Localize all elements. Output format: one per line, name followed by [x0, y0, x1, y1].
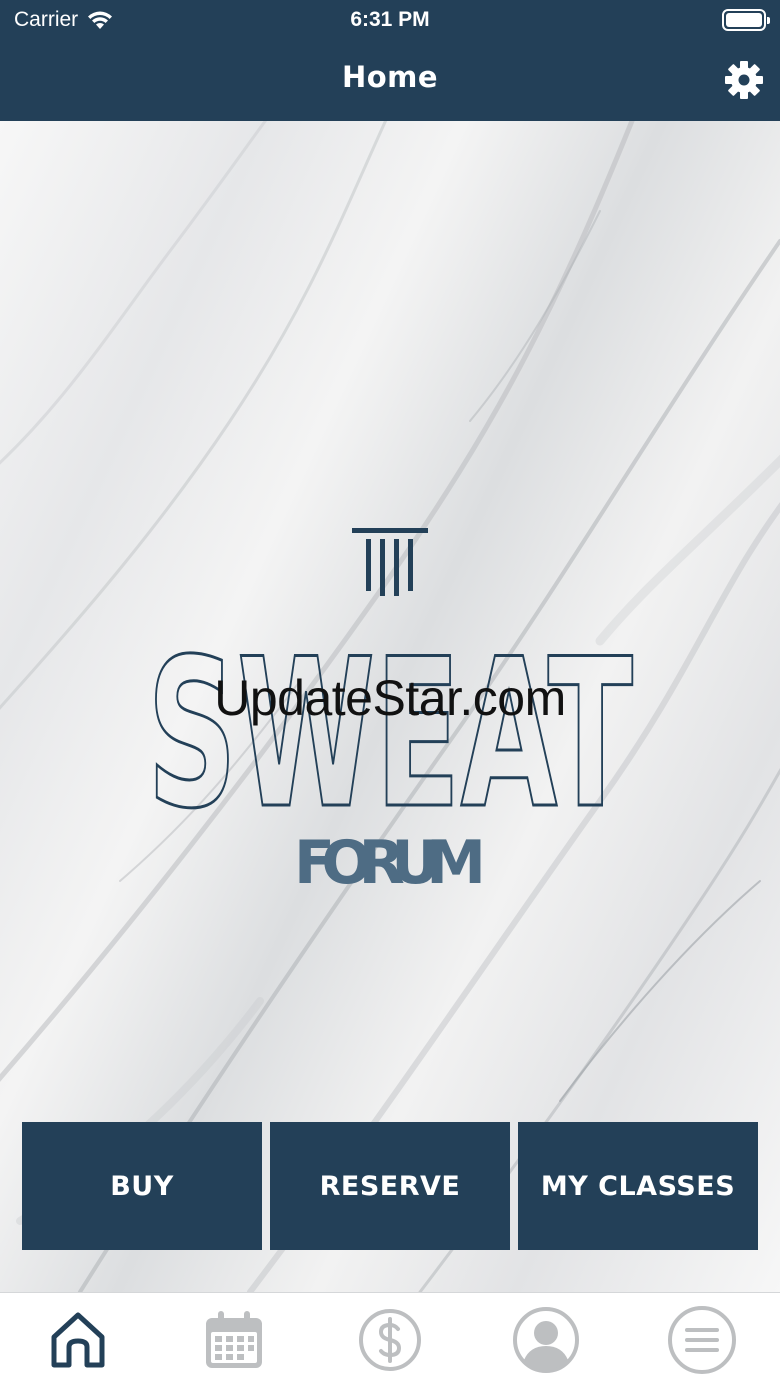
tab-profile[interactable]: [468, 1293, 624, 1387]
tab-bar: [0, 1292, 780, 1387]
home-icon: [51, 1312, 105, 1368]
my-classes-button[interactable]: MY CLASSES: [518, 1122, 758, 1250]
calendar-icon: [206, 1311, 262, 1368]
buy-button[interactable]: BUY: [22, 1122, 262, 1250]
action-buttons: BUY RESERVE MY CLASSES: [22, 1122, 758, 1250]
tab-calendar[interactable]: [156, 1293, 312, 1387]
status-bar: Carrier 6:31 PM: [0, 0, 780, 42]
nav-bar: Home: [0, 42, 780, 121]
gear-icon: [725, 61, 763, 99]
reserve-button[interactable]: RESERVE: [270, 1122, 510, 1250]
tab-home[interactable]: [0, 1293, 156, 1387]
tab-pricing[interactable]: [312, 1293, 468, 1387]
status-time: 6:31 PM: [350, 8, 430, 31]
profile-icon: [513, 1307, 579, 1373]
dollar-icon: [359, 1309, 421, 1371]
battery-icon: [722, 9, 770, 31]
hero-marble-background: SWEAT FORUM UpdateStar.com BUY RESERVE M…: [0, 121, 780, 1292]
settings-button[interactable]: [722, 58, 766, 102]
tab-menu[interactable]: [624, 1293, 780, 1387]
menu-icon: [668, 1306, 736, 1374]
page-title: Home: [341, 60, 439, 94]
watermark-text: UpdateStar.com: [214, 670, 566, 726]
